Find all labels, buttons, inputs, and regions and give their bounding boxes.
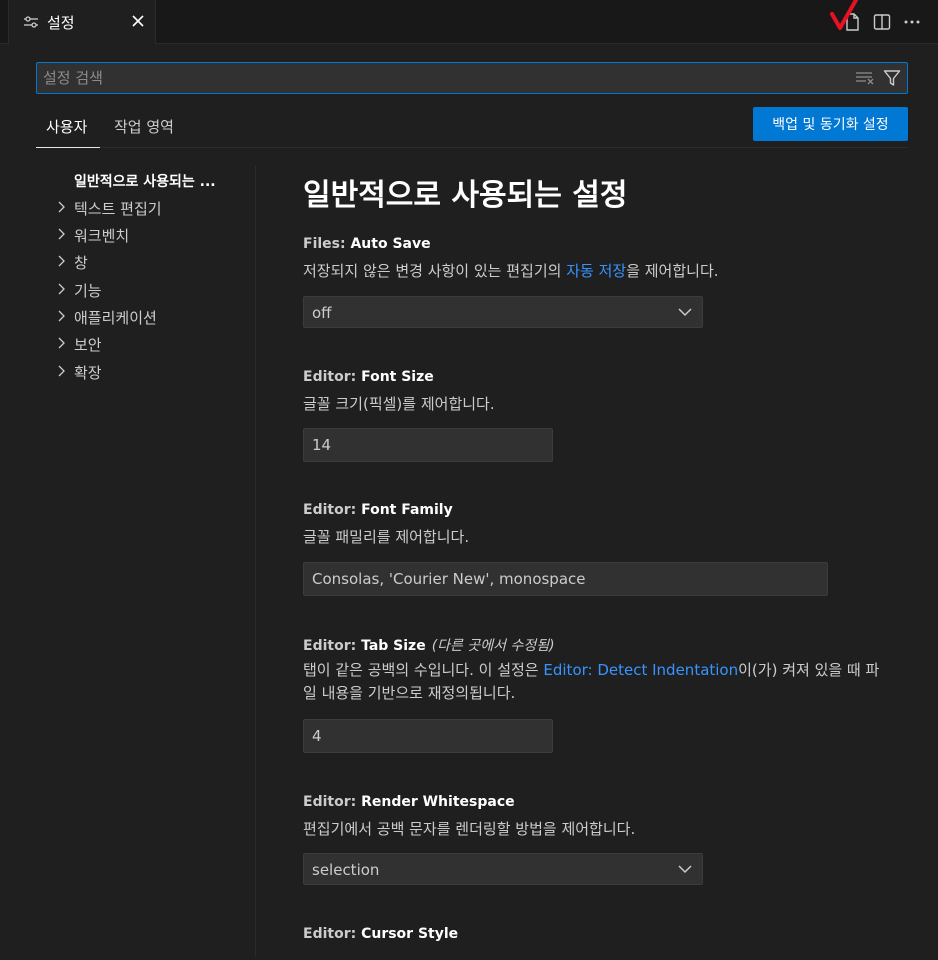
setting-category: Editor:: [303, 926, 362, 942]
toc-item-label: 확장: [74, 364, 102, 382]
toc-item-text-editor[interactable]: 텍스트 편집기: [36, 195, 254, 221]
setting-name: Font Size: [361, 369, 434, 385]
dropdown-value: selection: [312, 861, 380, 879]
tab-size-input[interactable]: [304, 720, 552, 752]
split-editor-icon[interactable]: [872, 12, 892, 32]
toc-item-label: 텍스트 편집기: [74, 200, 162, 218]
setting-name: Auto Save: [350, 236, 431, 252]
tab-user[interactable]: 사용자: [36, 116, 100, 148]
chevron-right-icon: [58, 228, 65, 240]
page-title: 일반적으로 사용되는 설정: [303, 178, 628, 213]
tab-settings[interactable]: 설정: [8, 0, 156, 44]
setting-category: Files:: [303, 236, 351, 252]
close-icon[interactable]: [130, 13, 146, 29]
detect-indentation-link[interactable]: Editor: Detect Indentation: [543, 661, 738, 679]
font-family-input[interactable]: [304, 563, 827, 595]
description-text: 을 제어합니다.: [626, 262, 719, 280]
settings-sliders-icon: [24, 16, 38, 28]
font-family-field[interactable]: [303, 562, 828, 596]
setting-name: Tab Size: [361, 638, 426, 654]
chevron-right-icon: [58, 201, 65, 213]
setting-title: Editor: Render Whitespace: [303, 794, 515, 810]
toc-item-security[interactable]: 보안: [36, 331, 254, 357]
render-whitespace-dropdown[interactable]: selection: [303, 853, 703, 885]
toc-item-label: 보안: [74, 336, 102, 354]
clear-filter-icon[interactable]: [855, 70, 875, 86]
toc-item-application[interactable]: 애플리케이션: [36, 304, 254, 330]
tab-workspace[interactable]: 작업 영역: [114, 116, 174, 148]
tab-title: 설정: [47, 14, 75, 32]
toc-item-label: 창: [74, 254, 88, 272]
dropdown-value: off: [312, 304, 332, 322]
chevron-right-icon: [58, 365, 65, 377]
setting-title: Editor: Tab Size (다른 곳에서 수정됨): [303, 635, 555, 655]
setting-category: Editor:: [303, 794, 362, 810]
toc-item-label: 기능: [74, 282, 102, 300]
chevron-down-icon: [678, 308, 692, 317]
toc-item-features[interactable]: 기능: [36, 277, 254, 303]
toc-item-extensions[interactable]: 확장: [36, 359, 254, 385]
setting-category: Editor:: [303, 369, 362, 385]
setting-description: 편집기에서 공백 문자를 렌더링할 방법을 제어합니다.: [303, 820, 636, 838]
toc-item-label: 워크벤치: [74, 227, 130, 245]
modified-elsewhere-indicator[interactable]: (다른 곳에서 수정됨): [432, 638, 555, 654]
toc-item-commonly-used[interactable]: 일반적으로 사용되는 ...: [36, 168, 254, 194]
description-text: 저장되지 않은 변경 사항이 있는 편집기의: [303, 262, 567, 280]
chevron-right-icon: [58, 283, 65, 295]
setting-name: Cursor Style: [361, 926, 459, 942]
setting-description: 글꼴 패밀리를 제어합니다.: [303, 528, 470, 546]
settings-search-box[interactable]: [36, 62, 908, 94]
settings-list: 일반적으로 사용되는 설정 Files: Auto Save 저장되지 않은 변…: [303, 166, 913, 956]
toc-item-workbench[interactable]: 워크벤치: [36, 222, 254, 248]
search-input[interactable]: [43, 65, 843, 91]
tab-size-field[interactable]: [303, 719, 553, 753]
setting-title: Editor: Font Size: [303, 369, 434, 385]
font-size-input[interactable]: [304, 429, 552, 461]
chevron-right-icon: [58, 337, 65, 349]
description-text: 탭이 같은 공백의 수입니다. 이 설정은: [303, 661, 544, 679]
setting-title: Editor: Font Family: [303, 502, 453, 518]
auto-save-dropdown[interactable]: off: [303, 296, 703, 328]
auto-save-link[interactable]: 자동 저장: [566, 262, 626, 280]
more-actions-icon[interactable]: [902, 12, 922, 32]
backup-sync-button[interactable]: 백업 및 동기화 설정: [753, 107, 908, 141]
chevron-down-icon: [678, 865, 692, 874]
chevron-right-icon: [58, 255, 65, 267]
tab-user-label: 사용자: [46, 118, 88, 136]
checkmark-annotation-icon: [830, 0, 858, 30]
setting-category: Editor:: [303, 638, 362, 654]
font-size-field[interactable]: [303, 428, 553, 462]
setting-description: 저장되지 않은 변경 사항이 있는 편집기의 자동 저장을 제어합니다.: [303, 260, 893, 283]
setting-name: Render Whitespace: [361, 794, 515, 810]
settings-toc: 일반적으로 사용되는 ... 텍스트 편집기 워크벤치 창 기능 애플리케이션 …: [36, 166, 256, 956]
setting-title: Editor: Cursor Style: [303, 926, 458, 942]
setting-title: Files: Auto Save: [303, 236, 431, 252]
toc-item-label: 일반적으로 사용되는 ...: [74, 174, 216, 190]
filter-icon[interactable]: [883, 69, 901, 87]
toc-item-window[interactable]: 창: [36, 249, 254, 275]
setting-category: Editor:: [303, 502, 362, 518]
toc-item-label: 애플리케이션: [74, 309, 157, 327]
setting-description: 글꼴 크기(픽셀)를 제어합니다.: [303, 395, 495, 413]
setting-name: Font Family: [361, 502, 453, 518]
tab-workspace-label: 작업 영역: [114, 118, 174, 136]
editor-tab-bar: 설정: [0, 0, 938, 44]
setting-description: 탭이 같은 공백의 수입니다. 이 설정은 Editor: Detect Ind…: [303, 659, 893, 705]
chevron-right-icon: [58, 310, 65, 322]
